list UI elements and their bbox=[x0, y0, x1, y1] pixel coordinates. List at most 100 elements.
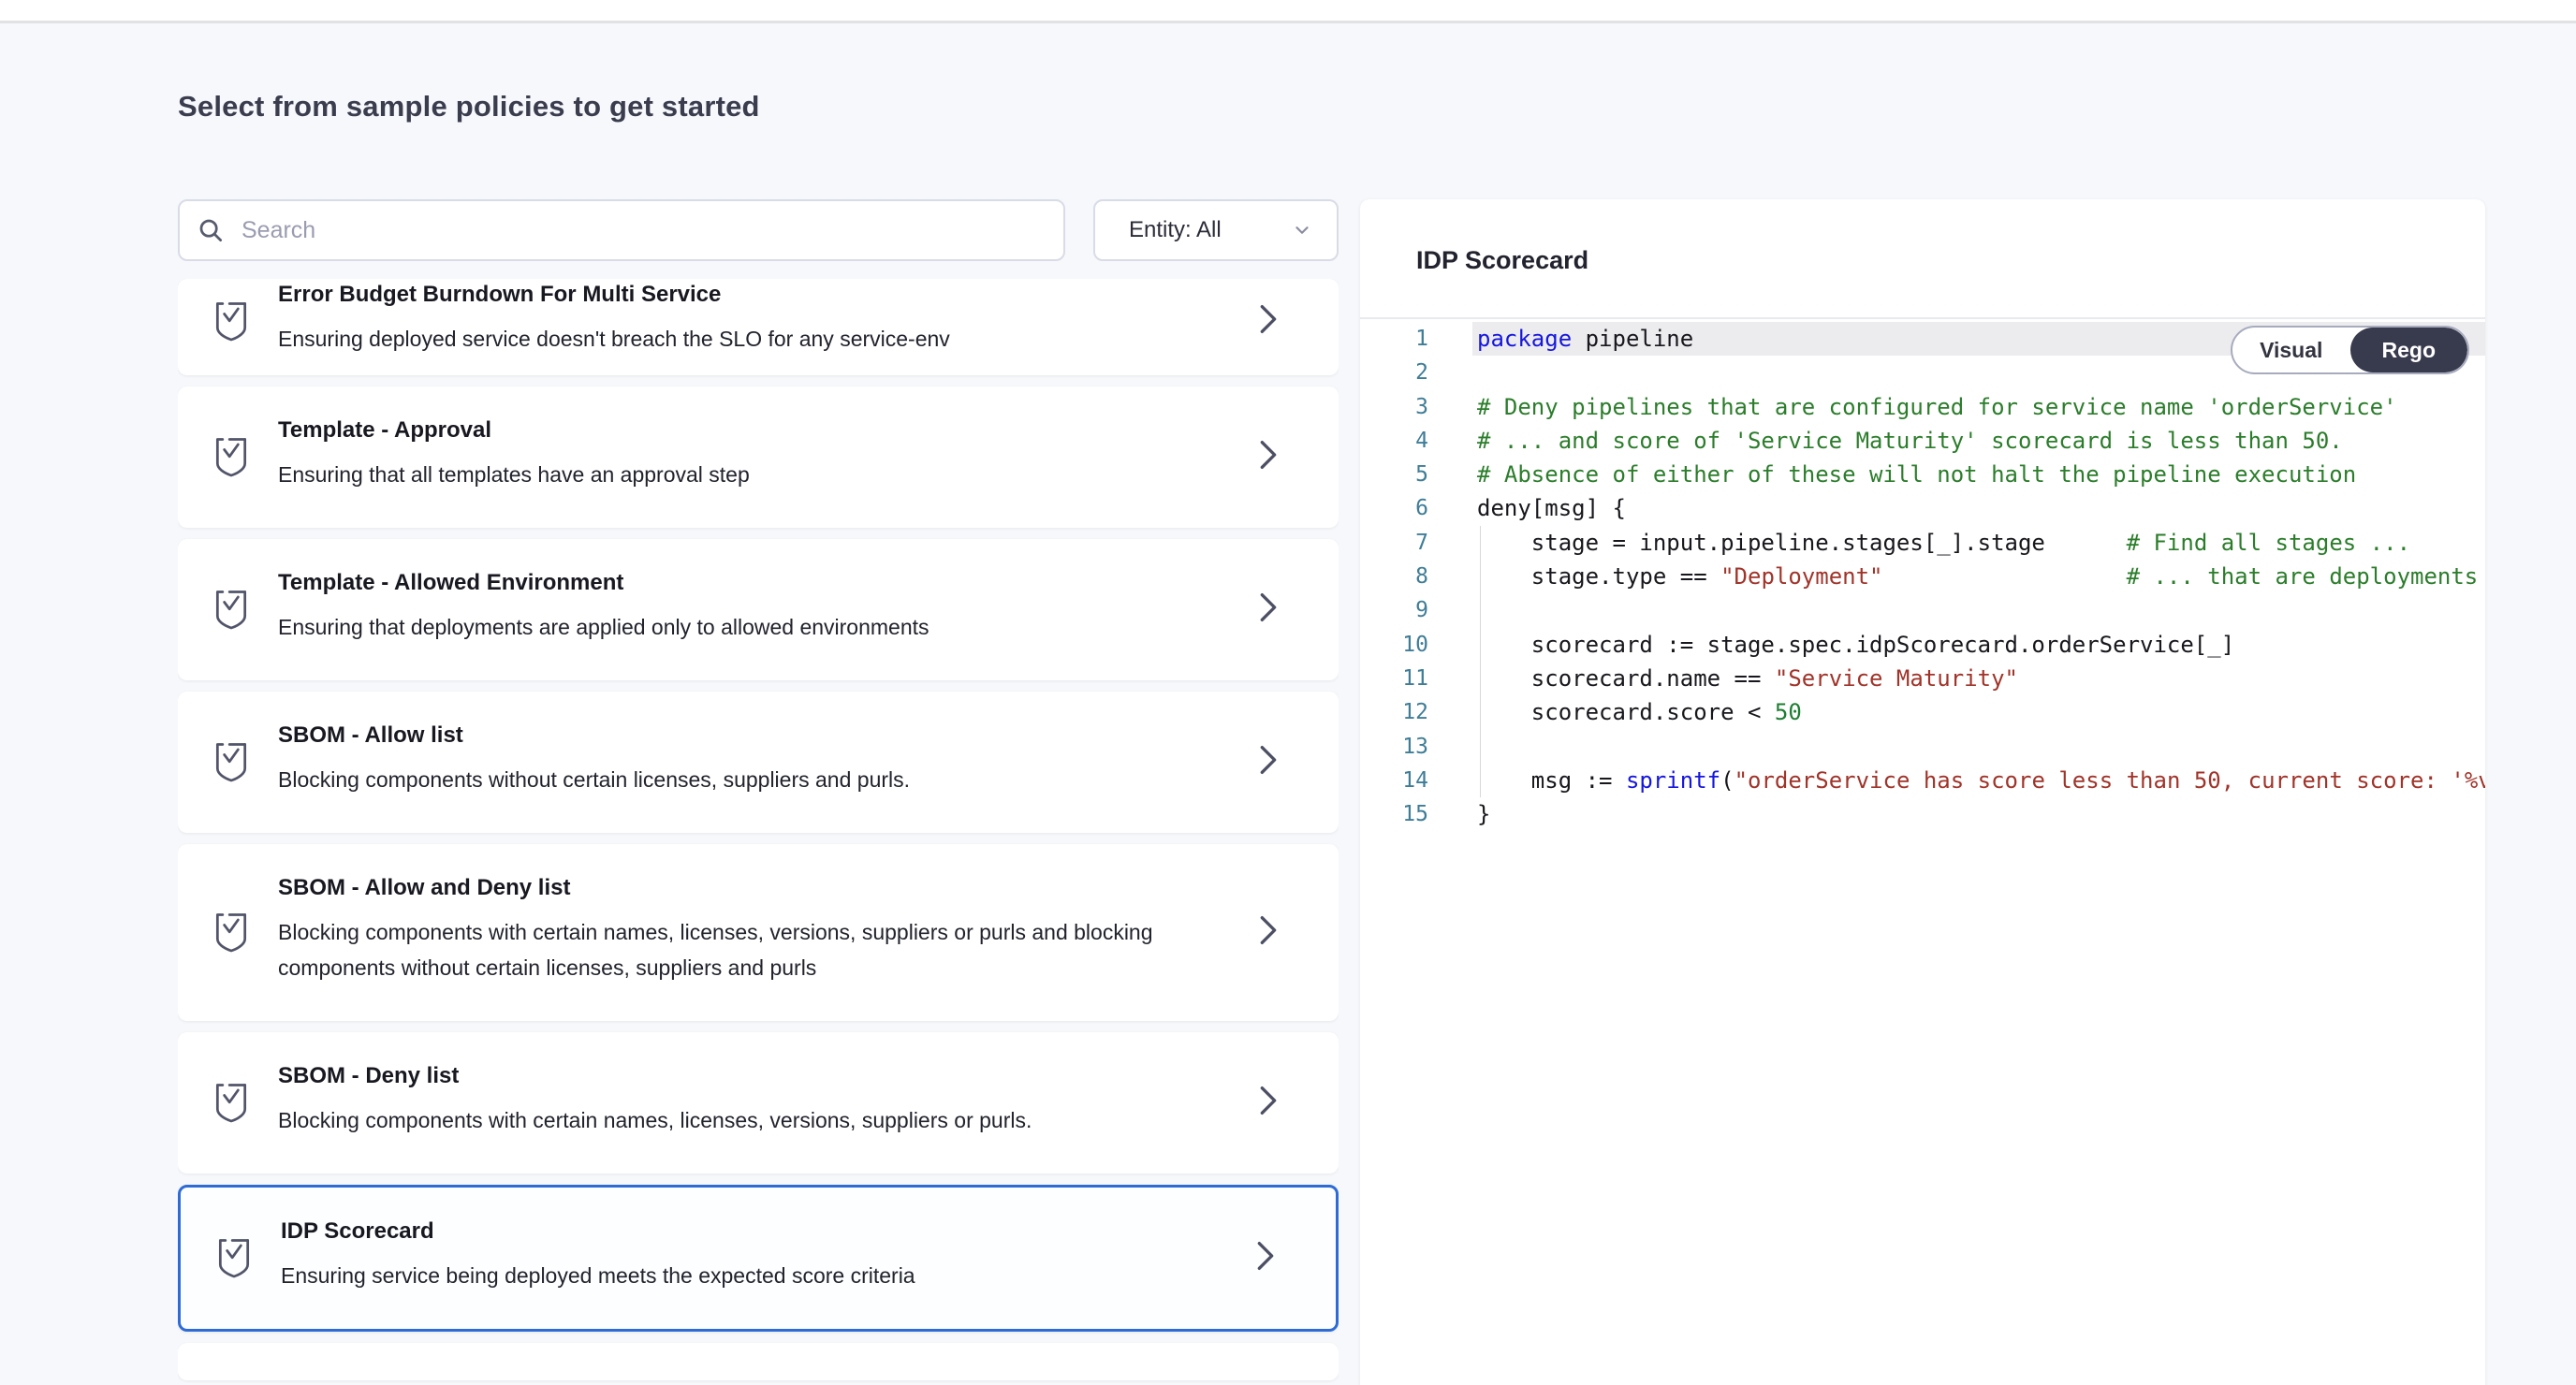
code-text: stage = input.pipeline.stages[_].stage #… bbox=[1472, 526, 2485, 560]
code-text: # Absence of either of these will not ha… bbox=[1472, 458, 2485, 491]
policy-shield-check-icon bbox=[211, 1078, 252, 1123]
code-line-8: 8 stage.type == "Deployment" # ... that … bbox=[1360, 560, 2485, 593]
rego-mode-button[interactable]: Rego bbox=[2350, 328, 2468, 372]
code-line-3: 3 # Deny pipelines that are configured fo… bbox=[1360, 390, 2485, 424]
policy-title: Error Budget Burndown For Multi Service bbox=[278, 281, 1226, 309]
code-text: msg := sprintf("orderService has score l… bbox=[1472, 764, 2485, 797]
line-number: 11 bbox=[1360, 662, 1428, 695]
search-icon bbox=[197, 216, 225, 244]
policy-title: SBOM - Allow list bbox=[278, 722, 1226, 750]
editor-mode-toggle: Visual Rego bbox=[2231, 326, 2469, 374]
policy-title: Template - Approval bbox=[278, 416, 1226, 445]
policy-shield-check-icon bbox=[211, 908, 252, 953]
entity-filter-dropdown[interactable]: Entity: All bbox=[1093, 199, 1339, 261]
policy-item-template-approval[interactable]: Template - Approval Ensuring that all tem… bbox=[178, 386, 1339, 528]
policy-description: Ensuring that all templates have an appr… bbox=[278, 457, 1226, 492]
policy-item-error-budget-burndown-for-multi-service[interactable]: Error Budget Burndown For Multi Service E… bbox=[178, 279, 1339, 375]
line-number: 4 bbox=[1360, 424, 1428, 458]
line-number: 3 bbox=[1360, 390, 1428, 424]
code-line-12: 12 scorecard.score < 50 bbox=[1360, 695, 2485, 729]
line-number: 1 bbox=[1360, 322, 1428, 356]
divider bbox=[1360, 317, 2485, 319]
line-number: 10 bbox=[1360, 628, 1428, 662]
next-policy-card-peek[interactable] bbox=[178, 1343, 1339, 1380]
policy-text: SBOM - Allow list Blocking components wit… bbox=[278, 722, 1254, 797]
policy-item-idp-scorecard[interactable]: IDP Scorecard Ensuring service being depl… bbox=[178, 1185, 1339, 1332]
policy-description: Ensuring service being deployed meets th… bbox=[281, 1258, 1223, 1293]
code-text: } bbox=[1472, 797, 2485, 831]
code-line-4: 4 # ... and score of 'Service Maturity' s… bbox=[1360, 424, 2485, 458]
visual-mode-button[interactable]: Visual bbox=[2232, 328, 2350, 372]
search-input[interactable] bbox=[240, 216, 1046, 245]
code-line-14: 14 msg := sprintf("orderService has scor… bbox=[1360, 764, 2485, 797]
preview-policy-title: IDP Scorecard bbox=[1416, 246, 1588, 275]
code-text: # ... and score of 'Service Maturity' sc… bbox=[1472, 424, 2485, 458]
code-line-7: 7 stage = input.pipeline.stages[_].stage… bbox=[1360, 526, 2485, 560]
page-title: Select from sample policies to get start… bbox=[178, 90, 760, 124]
policy-title: Template - Allowed Environment bbox=[278, 569, 1226, 597]
policy-text: IDP Scorecard Ensuring service being depl… bbox=[281, 1217, 1251, 1293]
line-number: 14 bbox=[1360, 764, 1428, 797]
rego-code-editor[interactable]: 1package pipeline23# Deny pipelines that… bbox=[1360, 322, 2485, 1385]
line-number: 9 bbox=[1360, 593, 1428, 627]
policy-title: SBOM - Deny list bbox=[278, 1062, 1226, 1090]
policy-title: SBOM - Allow and Deny list bbox=[278, 874, 1226, 902]
search-box[interactable] bbox=[178, 199, 1065, 261]
line-number: 15 bbox=[1360, 797, 1428, 831]
code-line-10: 10 scorecard := stage.spec.idpScorecard.… bbox=[1360, 628, 2485, 662]
line-number: 2 bbox=[1360, 356, 1428, 389]
policy-item-sbom-allow-list[interactable]: SBOM - Allow list Blocking components wit… bbox=[178, 692, 1339, 833]
policy-description: Blocking components with certain names, … bbox=[278, 914, 1226, 985]
line-number: 8 bbox=[1360, 560, 1428, 593]
policy-text: Template - Approval Ensuring that all tem… bbox=[278, 416, 1254, 492]
policy-text: Error Budget Burndown For Multi Service E… bbox=[278, 281, 1254, 357]
chevron-right-icon bbox=[1254, 741, 1282, 779]
policy-description: Blocking components without certain lice… bbox=[278, 762, 1226, 797]
policy-text: SBOM - Allow and Deny list Blocking compo… bbox=[278, 874, 1254, 985]
line-number: 7 bbox=[1360, 526, 1428, 560]
code-line-9: 9 bbox=[1360, 593, 2485, 627]
policy-title: IDP Scorecard bbox=[281, 1217, 1223, 1246]
indent-guide bbox=[1480, 526, 1481, 797]
line-number: 13 bbox=[1360, 730, 1428, 764]
policy-shield-check-icon bbox=[211, 737, 252, 782]
code-text: scorecard := stage.spec.idpScorecard.ord… bbox=[1472, 628, 2485, 662]
policy-sample-screen: Select from sample policies to get start… bbox=[0, 0, 2576, 1385]
chevron-right-icon bbox=[1254, 1082, 1282, 1119]
code-line-11: 11 scorecard.name == "Service Maturity" bbox=[1360, 662, 2485, 695]
code-line-6: 6 deny[msg] { bbox=[1360, 491, 2485, 525]
policy-shield-check-icon bbox=[211, 432, 252, 477]
policy-description: Ensuring deployed service doesn't breach… bbox=[278, 321, 1226, 357]
policy-list: Error Budget Burndown For Multi Service E… bbox=[178, 279, 1339, 1385]
policy-item-sbom-deny-list[interactable]: SBOM - Deny list Blocking components with… bbox=[178, 1032, 1339, 1174]
policy-description: Ensuring that deployments are applied on… bbox=[278, 609, 1226, 645]
line-number: 6 bbox=[1360, 491, 1428, 525]
code-text bbox=[1472, 593, 2485, 627]
policy-preview-panel: IDP Scorecard 1package pipeline23# Deny … bbox=[1360, 199, 2485, 1385]
policy-shield-check-icon bbox=[211, 585, 252, 630]
policy-shield-check-icon bbox=[213, 1233, 255, 1278]
code-text bbox=[1472, 730, 2485, 764]
code-text: scorecard.name == "Service Maturity" bbox=[1472, 662, 2485, 695]
policy-item-sbom-allow-and-deny-list[interactable]: SBOM - Allow and Deny list Blocking compo… bbox=[178, 844, 1339, 1021]
chevron-right-icon bbox=[1254, 911, 1282, 949]
entity-filter-label: Entity: All bbox=[1129, 217, 1222, 243]
line-number: 5 bbox=[1360, 458, 1428, 491]
top-bar bbox=[0, 0, 2576, 23]
code-text: scorecard.score < 50 bbox=[1472, 695, 2485, 729]
code-line-13: 13 bbox=[1360, 730, 2485, 764]
policy-text: Template - Allowed Environment Ensuring t… bbox=[278, 569, 1254, 645]
chevron-right-icon bbox=[1254, 436, 1282, 474]
policy-text: SBOM - Deny list Blocking components with… bbox=[278, 1062, 1254, 1138]
code-line-15: 15} bbox=[1360, 797, 2485, 831]
policy-description: Blocking components with certain names, … bbox=[278, 1102, 1226, 1138]
code-line-5: 5 # Absence of either of these will not h… bbox=[1360, 458, 2485, 491]
chevron-right-icon bbox=[1254, 589, 1282, 626]
chevron-right-icon bbox=[1254, 300, 1282, 338]
chevron-right-icon bbox=[1251, 1237, 1280, 1275]
policy-shield-check-icon bbox=[211, 297, 252, 342]
line-number: 12 bbox=[1360, 695, 1428, 729]
code-text: # Deny pipelines that are configured for… bbox=[1472, 390, 2485, 424]
policy-item-template-allowed-environment[interactable]: Template - Allowed Environment Ensuring t… bbox=[178, 539, 1339, 680]
code-text: deny[msg] { bbox=[1472, 491, 2485, 525]
